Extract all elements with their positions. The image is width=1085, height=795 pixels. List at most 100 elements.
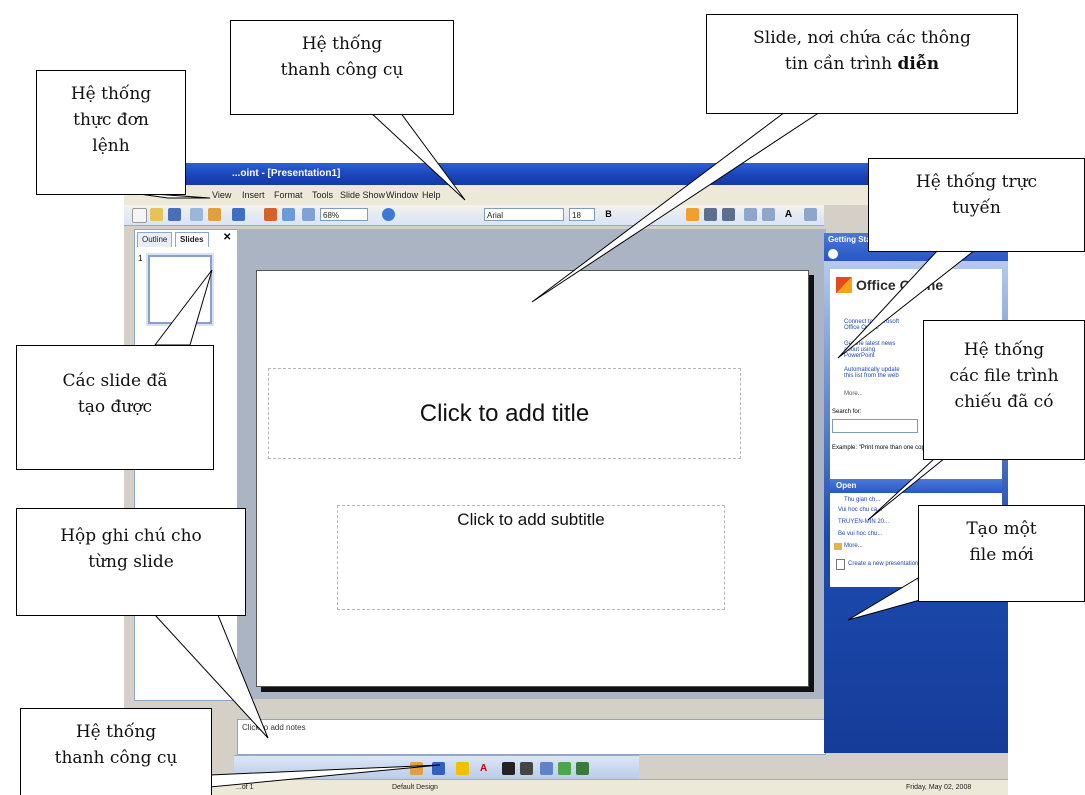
3d-icon[interactable] [576,762,589,775]
line-color-icon[interactable] [456,762,469,775]
search-example: Example: "Print more than one copy" [832,445,930,451]
font-size-select[interactable]: 18 [569,208,595,221]
callout-line: tuyến [952,198,1001,218]
numbering-icon[interactable] [744,208,757,221]
slide [256,270,809,687]
open-file-item[interactable]: Vui hoc chu ca... [838,507,882,513]
folder-icon [834,543,842,550]
notes-pane[interactable]: Click to add notes [237,719,826,755]
fill-color-icon[interactable] [410,762,423,775]
callout-line: Hệ thống [301,34,383,54]
callout-new-file: Tạo một file mới [918,505,1085,602]
bold-icon[interactable]: B [602,208,615,221]
office-online-logo: Office Online [856,277,944,293]
status-design: Default Design [392,784,438,791]
callout-notes-box: Hộp ghi chú cho từng slide [16,508,246,616]
undo-icon[interactable] [232,208,245,221]
search-input[interactable] [832,419,918,433]
menu-window[interactable]: Window [386,185,418,205]
menu-insert[interactable]: Insert [242,185,265,205]
open-section-header: Open [830,479,1002,493]
tab-slides[interactable]: Slides [175,232,209,247]
task-pane: Getting Started Office Online Connect to… [824,233,1008,753]
menu-help[interactable]: Help [422,185,441,205]
subtitle-placeholder[interactable]: Click to add subtitle [337,505,725,610]
align-center-icon[interactable] [704,208,717,221]
save-icon[interactable] [168,208,181,221]
window-title: ...oint - [Presentation1] [232,168,341,179]
align-left-icon[interactable] [686,208,699,221]
new-presentation-link[interactable]: Create a new presentation... [848,561,923,567]
link-connect[interactable]: Connect to Microsoft Office Online [844,319,900,331]
drawing-toolbar: A [234,755,639,780]
open-file-item[interactable]: Be vui hoc chu... [838,531,882,537]
open-file-item[interactable]: TRUYEN-MIN 20... [838,519,889,525]
menu-tools[interactable]: Tools [312,185,333,205]
new-icon[interactable] [132,208,147,223]
menu-slide-show[interactable]: Slide Show [340,185,385,205]
open-icon[interactable] [150,208,163,221]
callout-line: Slide, nơi chứa các thông [753,28,971,48]
callout-line: Tạo một [966,519,1037,539]
callout-line: Hệ thống [963,340,1045,360]
menu-format[interactable]: Format [274,185,303,205]
shadow-icon[interactable] [558,762,571,775]
callout-slides-created: Các slide đã tạo được [16,345,214,470]
arrow-style-icon[interactable] [540,762,553,775]
callout-line: chiếu đã có [954,392,1054,412]
callout-online-system: Hệ thống trực tuyến [868,158,1085,252]
font-color-icon[interactable]: A [480,762,493,775]
bullets-icon[interactable] [762,208,775,221]
callout-slide-area: Slide, nơi chứa các thông tin cần trình … [706,14,1018,114]
menu-view[interactable]: View [212,185,231,205]
rotate-icon[interactable] [432,762,445,775]
status-date: Friday, May 02, 2008 [906,784,972,791]
callout-line: Hệ thống trực [915,172,1038,192]
zoom-select[interactable]: 68% [320,208,368,221]
callout-line: thanh công cụ [54,748,178,768]
callout-toolbar-bottom: Hệ thống thanh công cụ [20,708,212,795]
link-news[interactable]: Get the latest news about using PowerPoi… [844,341,900,359]
title-placeholder[interactable]: Click to add title [268,368,741,459]
subtitle-placeholder-text: Click to add subtitle [457,510,605,529]
status-bar: ...of 1 Default Design Friday, May 02, 2… [124,779,1008,795]
office-logo-icon [836,277,852,293]
tab-outline[interactable]: Outline [137,232,173,247]
callout-line: tạo được [77,397,153,417]
standard-toolbar: 68% Arial 18 B A [124,205,824,226]
help-icon[interactable] [382,208,395,221]
open-more-link[interactable]: More... [844,543,863,549]
back-icon[interactable] [828,249,838,259]
callout-line: Hệ thống [75,722,157,742]
link-update[interactable]: Automatically update this list from the … [844,367,900,379]
status-slide: ...of 1 [236,784,254,791]
decrease-indent-icon[interactable] [804,208,817,221]
line-style-icon[interactable] [502,762,515,775]
callout-line: Hộp ghi chú cho [60,526,202,546]
callout-line: file mới [969,545,1034,565]
print-icon[interactable] [190,208,203,221]
callout-line: thanh công cụ [280,60,404,80]
powerpoint-window: ...oint - [Presentation1] View Insert Fo… [124,163,1008,795]
dash-style-icon[interactable] [520,762,533,775]
close-icon[interactable]: ✕ [223,232,231,243]
align-right-icon[interactable] [722,208,735,221]
open-file-item[interactable]: Thu gian ch... [844,497,880,503]
callout-text: tin cần trình [784,54,898,74]
callout-bold-text: diễn [897,54,940,74]
title-placeholder-text: Click to add title [419,400,590,427]
font-grow-icon[interactable]: A [782,208,795,221]
more-link[interactable]: More... [844,391,863,397]
callout-menu-system: Hệ thống thực đơn lệnh [36,70,186,195]
font-name-select[interactable]: Arial [484,208,564,221]
paste-icon[interactable] [208,208,221,221]
callout-line: từng slide [88,552,174,572]
new-file-icon [836,559,845,570]
callout-line: lệnh [92,136,130,156]
slide-thumbnail[interactable] [148,255,212,324]
callout-line: Các slide đã [62,371,168,391]
grid-icon[interactable] [302,208,315,221]
table-icon[interactable] [282,208,295,221]
slide-number: 1 [138,254,143,263]
chart-icon[interactable] [264,208,277,221]
